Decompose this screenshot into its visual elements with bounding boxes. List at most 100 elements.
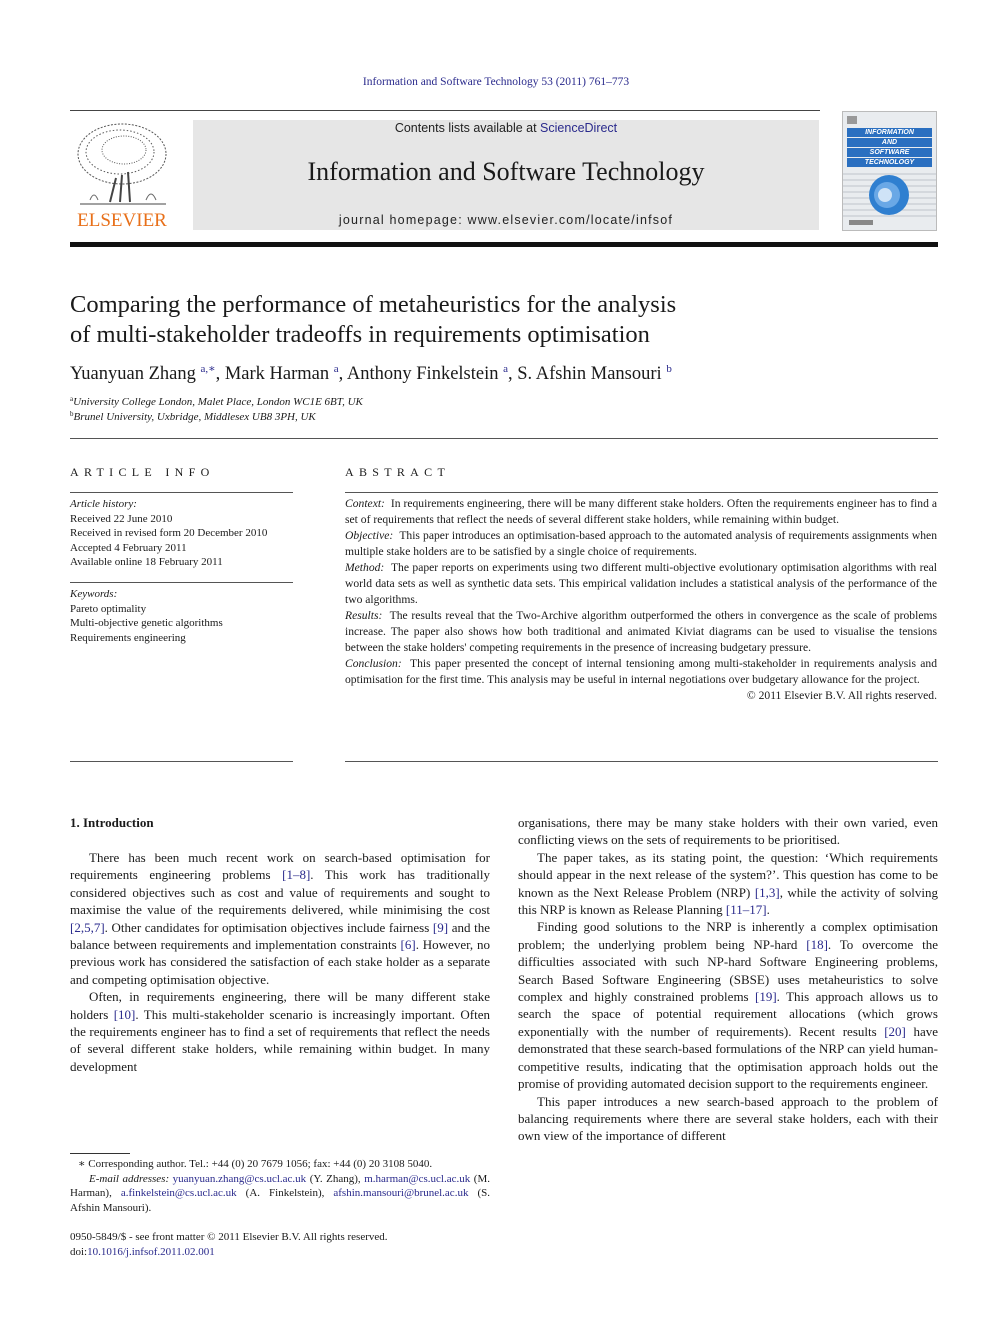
article-title-line: of multi-stakeholder tradeoffs in requir…	[70, 321, 650, 348]
journal-masthead: Contents lists available at ScienceDirec…	[193, 120, 819, 230]
header-rule	[70, 110, 820, 111]
cover-publisher-icon	[847, 116, 857, 124]
journal-citation-text[interactable]: Information and Software Technology 53 (…	[363, 76, 629, 88]
citation-link[interactable]: [20]	[884, 1024, 906, 1039]
abstract-text: This paper presented the concept of inte…	[345, 657, 937, 686]
left-column: There has been much recent work on searc…	[70, 849, 490, 1075]
cover-title-line: TECHNOLOGY	[847, 158, 932, 167]
citation-link[interactable]: [1,3]	[755, 885, 780, 900]
abstract-text: This paper introduces an optimisation-ba…	[345, 529, 938, 558]
corresponding-author-note: ∗ Corresponding author. Tel.: +44 (0) 20…	[78, 1158, 433, 1170]
contents-line: Contents lists available at ScienceDirec…	[193, 121, 819, 135]
citation-link[interactable]: [1–8]	[282, 867, 310, 882]
abstract-rule	[345, 492, 938, 493]
article-info-rule	[70, 492, 293, 493]
author-affiliation-mark[interactable]: b	[666, 363, 672, 375]
article-history: Article history: Received 22 June 2010 R…	[70, 497, 300, 570]
cover-title-line: AND	[847, 138, 932, 147]
journal-title: Information and Software Technology	[307, 157, 705, 186]
citation-link[interactable]: [19]	[755, 989, 777, 1004]
footnote-rule	[70, 1153, 130, 1154]
abstract-text: In requirements engineering, there will …	[345, 497, 937, 526]
journal-citation[interactable]: Information and Software Technology 53 (…	[0, 76, 992, 88]
paragraph: The paper takes, as its stating point, t…	[518, 849, 938, 919]
email-link[interactable]: m.harman@cs.ucl.ac.uk	[364, 1173, 470, 1185]
author-name: Mark Harman	[224, 364, 330, 384]
author-affiliation-mark[interactable]: a	[503, 363, 508, 375]
affiliation-text: University College London, Malet Place, …	[73, 396, 363, 408]
paragraph: organisations, there may be many stake h…	[518, 814, 938, 849]
issn-block: 0950-5849/$ - see front matter © 2011 El…	[70, 1230, 490, 1259]
author-affiliation-mark[interactable]: a	[334, 363, 339, 375]
elsevier-logo[interactable]: ELSEVIER	[70, 120, 174, 232]
abstract-label: Method:	[345, 561, 385, 574]
author-name: Anthony Finkelstein	[346, 364, 499, 384]
sciencedirect-link[interactable]: ScienceDirect	[540, 121, 617, 135]
citation-link[interactable]: [9]	[433, 920, 448, 935]
email-link[interactable]: yuanyuan.zhang@cs.ucl.ac.uk	[173, 1173, 307, 1185]
doi-label: doi:	[70, 1245, 88, 1258]
abstract-copyright: © 2011 Elsevier B.V. All rights reserved…	[746, 689, 937, 702]
abstract-section: Method: The paper reports on experiments…	[345, 560, 937, 608]
author-name: S. Afshin Mansouri	[517, 364, 662, 384]
abstract-end-rule	[345, 761, 938, 762]
article-title: Comparing the performance of metaheurist…	[70, 290, 790, 350]
paragraph: This paper introduces a new search-based…	[518, 1093, 938, 1145]
abstract-label: Results:	[345, 609, 383, 622]
cover-title-line: SOFTWARE	[847, 148, 932, 157]
keyword-item: Requirements engineering	[70, 631, 186, 644]
keywords-label: Keywords:	[70, 588, 118, 600]
article-info-end-rule	[70, 761, 293, 762]
abstract-section: Results: The results reveal that the Two…	[345, 608, 937, 656]
abstract-section: Conclusion: This paper presented the con…	[345, 656, 937, 688]
abstract-section: Objective: This paper introduces an opti…	[345, 528, 937, 560]
paragraph-text: organisations, there may be many stake h…	[518, 815, 938, 848]
citation-link[interactable]: [6]	[401, 937, 416, 952]
citation-link[interactable]: [10]	[114, 1007, 136, 1022]
abstract-body: Context: In requirements engineering, th…	[345, 496, 937, 704]
abstract-label: Context:	[345, 497, 385, 510]
masthead-rule	[70, 242, 938, 247]
paragraph-text: This paper introduces a new search-based…	[518, 1093, 938, 1144]
doi-link[interactable]: 10.1016/j.infsof.2011.02.001	[87, 1246, 215, 1258]
affiliation-text: Brunel University, Uxbridge, Middlesex U…	[73, 411, 316, 423]
paragraph-text: . Other candidates for optimisation obje…	[104, 919, 433, 935]
abstract-label: Objective:	[345, 529, 394, 542]
paragraph-text: .	[766, 902, 770, 918]
footnote-block: ∗ Corresponding author. Tel.: +44 (0) 20…	[70, 1157, 490, 1215]
doi-line: doi:10.1016/j.infsof.2011.02.001	[70, 1245, 490, 1260]
article-title-line: Comparing the performance of metaheurist…	[70, 291, 677, 318]
abstract-text: The results reveal that the Two-Archive …	[345, 609, 937, 654]
email-link[interactable]: afshin.mansouri@brunel.ac.uk	[333, 1187, 468, 1199]
email-addresses: E-mail addresses: yuanyuan.zhang@cs.ucl.…	[70, 1172, 490, 1216]
email-label: E-mail addresses:	[89, 1172, 170, 1185]
history-item: Accepted 4 February 2011	[70, 541, 187, 554]
email-link[interactable]: a.finkelstein@cs.ucl.ac.uk	[121, 1187, 237, 1199]
elsevier-tree-icon	[77, 123, 167, 205]
author-list: Yuanyuan Zhang a,∗, Mark Harman a, Antho…	[70, 363, 672, 384]
citation-link[interactable]: [18]	[806, 937, 828, 952]
paragraph: Finding good solutions to the NRP is inh…	[518, 918, 938, 1092]
right-column: organisations, there may be many stake h…	[518, 814, 938, 1145]
keywords: Keywords: Pareto optimality Multi-object…	[70, 587, 300, 645]
journal-homepage[interactable]: journal homepage: www.elsevier.com/locat…	[193, 213, 819, 227]
abstract-text: The paper reports on experiments using t…	[345, 561, 938, 606]
citation-link[interactable]: [2,5,7]	[70, 920, 105, 935]
issn-line: 0950-5849/$ - see front matter © 2011 El…	[70, 1231, 388, 1243]
history-item: Received 22 June 2010	[70, 512, 173, 525]
history-item: Available online 18 February 2011	[70, 556, 223, 568]
article-info-heading: ARTICLE INFO	[70, 465, 215, 479]
section-heading-introduction: 1. Introduction	[70, 815, 154, 830]
affiliation: bBrunel University, Uxbridge, Middlesex …	[70, 410, 316, 423]
abstract-heading: ABSTRACT	[345, 465, 451, 479]
author-affiliation-mark[interactable]: a,∗	[201, 363, 216, 375]
citation-link[interactable]: [11–17]	[726, 902, 767, 917]
journal-cover-thumbnail[interactable]: INFORMATION AND SOFTWARE TECHNOLOGY	[842, 111, 937, 231]
abstract-label: Conclusion:	[345, 657, 402, 670]
email-owner: (A. Finkelstein),	[236, 1187, 334, 1199]
abstract-section: Context: In requirements engineering, th…	[345, 496, 937, 528]
keywords-rule	[70, 582, 293, 583]
cover-globe-icon	[843, 173, 936, 225]
paragraph: Often, in requirements engineering, ther…	[70, 988, 490, 1075]
keyword-item: Multi-objective genetic algorithms	[70, 617, 223, 629]
